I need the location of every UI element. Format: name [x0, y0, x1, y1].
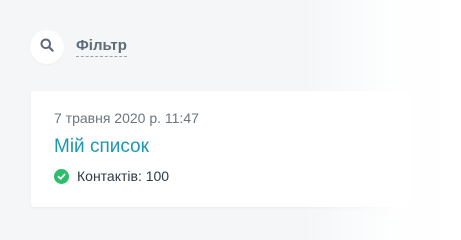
filter-toggle[interactable]: Фільтр — [76, 37, 127, 57]
check-circle-icon — [54, 168, 69, 184]
contacts-count-label: Контактів: 100 — [77, 168, 170, 184]
search-icon — [40, 38, 54, 57]
search-button[interactable] — [30, 30, 64, 64]
filter-bar: Фільтр — [30, 30, 127, 64]
list-card[interactable]: 7 травня 2020 р. 11:47 Мій список Контак… — [31, 91, 411, 207]
contacts-count: Контактів: 100 — [54, 168, 169, 184]
list-date: 7 травня 2020 р. 11:47 — [54, 110, 199, 126]
list-title-link[interactable]: Мій список — [54, 136, 149, 158]
